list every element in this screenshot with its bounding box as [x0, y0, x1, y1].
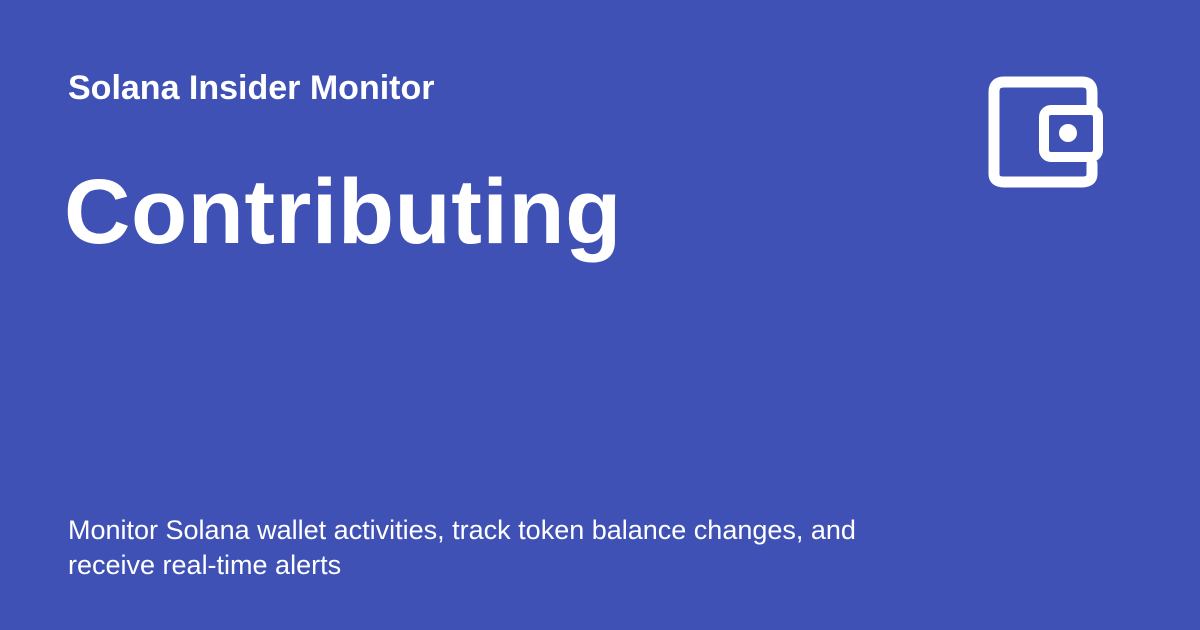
- page-description: Monitor Solana wallet activities, track …: [68, 515, 856, 580]
- page-title: Contributing: [64, 161, 622, 263]
- social-card: Solana Insider Monitor Contributing Moni…: [0, 0, 1200, 630]
- wallet-icon: [984, 72, 1110, 192]
- site-name: Solana Insider Monitor: [68, 69, 435, 107]
